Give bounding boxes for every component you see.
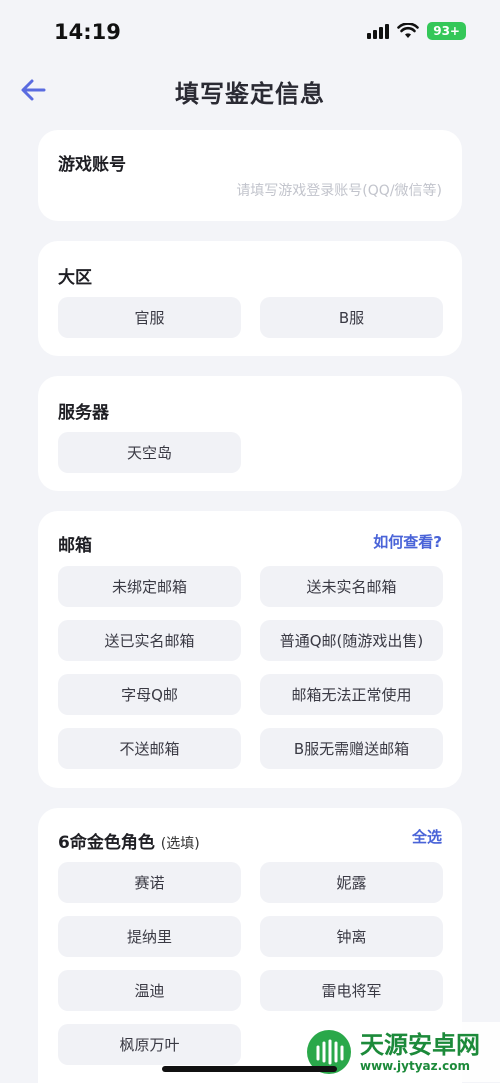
region-option[interactable]: 官服: [58, 297, 241, 338]
character-option[interactable]: 赛诺: [58, 862, 241, 903]
status-bar: 14:19 93+: [0, 0, 500, 64]
mailbox-option[interactable]: 普通Q邮(随游戏出售): [260, 620, 443, 661]
server-label: 服务器: [58, 403, 109, 423]
mailbox-option[interactable]: 字母Q邮: [58, 674, 241, 715]
region-option[interactable]: B服: [260, 297, 443, 338]
mailbox-option[interactable]: 不送邮箱: [58, 728, 241, 769]
character-option[interactable]: 温迪: [58, 970, 241, 1011]
status-time: 14:19: [54, 20, 121, 44]
status-icons: 93+: [367, 22, 466, 40]
how-to-check-link[interactable]: 如何查看?: [373, 531, 442, 552]
mailbox-option[interactable]: 未绑定邮箱: [58, 566, 241, 607]
account-card: 游戏账号 请填写游戏登录账号(QQ/微信等): [38, 130, 462, 221]
character-option[interactable]: 枫原万叶: [58, 1024, 241, 1065]
characters-label: 6命金色角色 (选填): [58, 828, 200, 853]
nav-bar: 填写鉴定信息: [0, 64, 500, 116]
battery-icon: 93+: [427, 22, 466, 40]
account-label: 游戏账号: [58, 155, 126, 175]
character-option[interactable]: 妮露: [260, 862, 443, 903]
optional-hint: (选填): [160, 836, 200, 852]
watermark-text: 天源安卓网 www.jytyaz.com: [360, 1031, 480, 1073]
watermark-name: 天源安卓网: [360, 1031, 480, 1059]
home-indicator[interactable]: [162, 1066, 337, 1072]
characters-label-text: 6命金色角色: [58, 833, 155, 853]
region-label: 大区: [58, 268, 92, 288]
watermark: 天源安卓网 www.jytyaz.com: [300, 1022, 500, 1082]
wifi-icon: [397, 23, 420, 38]
account-input[interactable]: 请填写游戏登录账号(QQ/微信等): [236, 180, 442, 200]
mailbox-option[interactable]: B服无需赠送邮箱: [260, 728, 443, 769]
server-option[interactable]: 天空岛: [58, 432, 241, 473]
mailbox-option[interactable]: 邮箱无法正常使用: [260, 674, 443, 715]
character-option[interactable]: 雷电将军: [260, 970, 443, 1011]
signal-icon: [367, 23, 390, 39]
character-option[interactable]: 提纳里: [58, 916, 241, 957]
page-title: 填写鉴定信息: [175, 80, 325, 108]
mailbox-option[interactable]: 送已实名邮箱: [58, 620, 241, 661]
server-card: 服务器 天空岛: [38, 376, 462, 491]
select-all-link[interactable]: 全选: [412, 826, 442, 847]
watermark-url: www.jytyaz.com: [360, 1059, 471, 1073]
region-card: 大区 官服 B服: [38, 241, 462, 356]
mailbox-label: 邮箱: [58, 536, 92, 556]
character-option[interactable]: 钟离: [260, 916, 443, 957]
mailbox-card: 邮箱 如何查看? 未绑定邮箱 送未实名邮箱 送已实名邮箱 普通Q邮(随游戏出售)…: [38, 511, 462, 788]
mailbox-option[interactable]: 送未实名邮箱: [260, 566, 443, 607]
